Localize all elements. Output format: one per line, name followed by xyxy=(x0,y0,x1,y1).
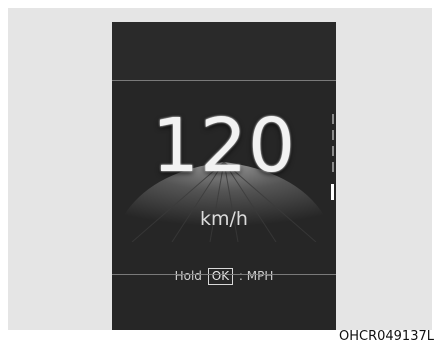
gauge-indicator xyxy=(331,184,334,200)
gauge-tick xyxy=(332,130,334,140)
figure-caption: OHCR049137L xyxy=(337,329,436,344)
unit-switch-hint: Hold OK : MPH xyxy=(112,267,336,285)
gauge-tick xyxy=(332,114,334,124)
hint-suffix: : MPH xyxy=(238,269,274,283)
top-divider xyxy=(112,80,336,81)
speed-value: 120 xyxy=(151,103,297,189)
top-status-area xyxy=(112,22,336,80)
ok-key-icon: OK xyxy=(207,268,234,285)
hint-prefix: Hold xyxy=(174,269,202,283)
gauge-tick xyxy=(332,162,334,172)
speed-unit: km/h xyxy=(200,208,248,230)
bottom-divider xyxy=(112,274,336,275)
gauge-tick xyxy=(332,146,334,156)
instrument-cluster-display: 120 km/h Hold OK : MPH xyxy=(112,22,336,330)
